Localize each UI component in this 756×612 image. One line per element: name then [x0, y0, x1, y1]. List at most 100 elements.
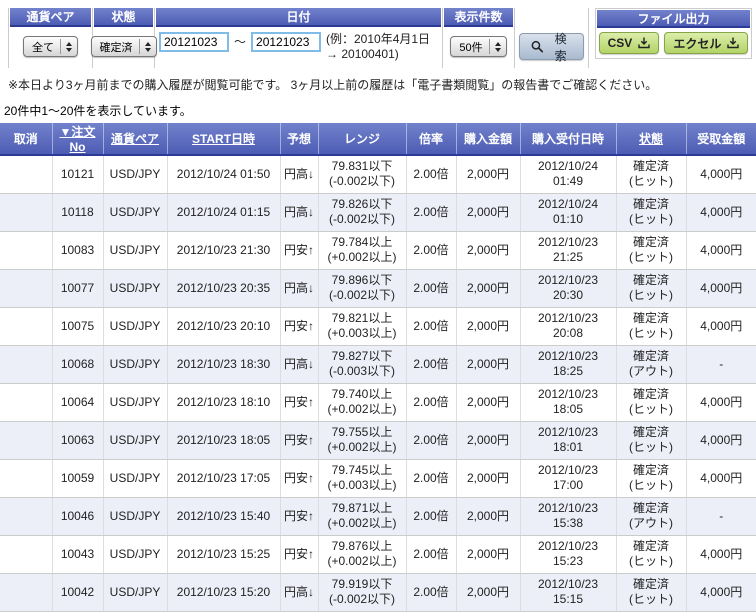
col-header-range: レンジ	[317, 123, 406, 156]
display-count-select[interactable]: 50件	[450, 36, 507, 57]
excel-export-button[interactable]: エクセル	[664, 32, 749, 54]
forecast-cell: 円高↓	[279, 269, 318, 308]
start-datetime-cell: 2012/10/23 18:30	[166, 345, 280, 384]
forecast-cell: 円安↑	[279, 421, 318, 460]
csv-export-label: CSV	[607, 36, 633, 50]
status-cell: 確定済 (ヒット)	[615, 231, 686, 270]
cancel-cell	[0, 459, 52, 498]
rate-cell: 2.00倍	[405, 497, 456, 536]
range-cell-line: (+0.003以上)	[327, 326, 397, 340]
display-count-select-value: 50件	[459, 41, 483, 54]
date-to-input[interactable]	[251, 32, 322, 52]
col-header-cancel: 取消	[0, 123, 52, 156]
status-cell-line: (ヒット)	[629, 326, 673, 340]
forecast-cell: 円安↑	[279, 459, 318, 498]
col-header-status[interactable]: 状態	[615, 123, 686, 156]
range-cell: 79.871以上 (+0.002以上)	[317, 497, 406, 536]
start-datetime-cell: 2012/10/23 15:40	[166, 497, 280, 536]
table-row: 10059 USD/JPY 2012/10/23 17:05 円安↑ 79.745以上(…	[0, 459, 756, 498]
start-datetime-cell: 2012/10/23 15:25	[166, 535, 280, 574]
forecast-cell: 円安↑	[279, 535, 318, 574]
status-cell-line: 確定済	[632, 159, 669, 174]
search-button-label: 検索	[554, 31, 567, 63]
filter-toolbar: 通貨ペア 全て 状態 確定済 日付 〜	[8, 8, 589, 68]
forecast-cell: 円安↑	[279, 231, 318, 270]
status-select-value: 確定済	[99, 41, 133, 54]
purchase-amount-cell: 2,000円	[455, 307, 520, 346]
csv-export-button[interactable]: CSV	[598, 32, 660, 54]
status-cell-line: (ヒット)	[629, 478, 673, 492]
currency-pair-cell: USD/JPY	[102, 535, 167, 574]
purchase-accepted-cell: 2012/10/23 18:05	[519, 383, 616, 422]
cancel-cell	[0, 345, 52, 384]
table-header-row: 取消 ▼注文No 通貨ペア START日時 予想 レンジ 倍率 購入金額 購入受付日時 状態 受取金…	[0, 123, 756, 156]
filter-header-currency-pair: 通貨ペア	[10, 8, 91, 27]
status-cell: 確定済 (アウト)	[615, 345, 686, 384]
filter-section-currency-pair: 通貨ペア 全て	[9, 8, 93, 68]
cancel-cell	[0, 269, 52, 308]
forecast-cell: 円高↓	[279, 155, 318, 194]
status-cell: 確定済 (ヒット)	[615, 459, 686, 498]
cancel-cell	[0, 573, 52, 612]
col-header-order-no[interactable]: ▼注文No	[51, 123, 103, 156]
status-select[interactable]: 確定済	[90, 36, 157, 57]
range-cell: 79.821以上 (+0.003以上)	[317, 307, 406, 346]
payout-amount-cell: 4,000円	[685, 193, 756, 232]
range-cell-line: (+0.002以上)	[327, 440, 397, 454]
date-from-input[interactable]	[159, 32, 229, 52]
status-cell-line: (ヒット)	[629, 402, 673, 416]
status-cell: 確定済 (ヒット)	[615, 193, 686, 232]
status-cell-line: 確定済	[632, 501, 669, 515]
download-icon	[638, 37, 651, 49]
status-cell-line: (ヒット)	[629, 250, 673, 264]
result-count-text: 20件中1〜20件を表示しています。	[4, 104, 192, 118]
col-header-currency-pair[interactable]: 通貨ペア	[102, 123, 167, 156]
range-cell-line: 79.745以上	[331, 463, 393, 477]
search-icon	[531, 40, 544, 53]
range-cell-line: 79.831以下	[331, 159, 393, 174]
search-button[interactable]: 検索	[519, 32, 584, 63]
purchase-amount-cell: 2,000円	[455, 497, 520, 536]
range-cell-line: 79.919以下	[331, 577, 393, 591]
purchase-accepted-cell: 2012/10/24 01:49	[519, 155, 616, 194]
order-no-cell: 10077	[51, 269, 103, 308]
purchase-accepted-cell: 2012/10/23 20:08	[519, 307, 616, 346]
table-row: 10064 USD/JPY 2012/10/23 18:10 円安↑ 79.740以上(…	[0, 383, 756, 422]
cancel-cell	[0, 193, 52, 232]
status-cell-line: (ヒット)	[629, 554, 673, 568]
rate-cell: 2.00倍	[405, 193, 456, 232]
status-cell: 確定済 (ヒット)	[615, 573, 686, 612]
range-cell-line: 79.821以上	[331, 311, 393, 325]
purchase-accepted-cell: 2012/10/23 15:38	[519, 497, 616, 536]
purchase-amount-cell: 2,000円	[455, 155, 520, 194]
cancel-cell	[0, 497, 52, 536]
purchase-accepted-cell: 2012/10/23 15:23	[519, 535, 616, 574]
col-header-start-datetime[interactable]: START日時	[166, 123, 280, 156]
currency-pair-select[interactable]: 全て	[23, 36, 78, 57]
range-cell-line: (+0.002以上)	[327, 516, 397, 530]
range-cell-line: (+0.003以上)	[327, 478, 397, 492]
status-cell: 確定済 (ヒット)	[615, 155, 686, 194]
purchase-amount-cell: 2,000円	[455, 345, 520, 384]
payout-amount-cell: 4,000円	[685, 535, 756, 574]
status-cell-line: 確定済	[632, 539, 669, 553]
range-cell: 79.876以上 (+0.002以上)	[317, 535, 406, 574]
currency-pair-cell: USD/JPY	[102, 573, 167, 612]
purchase-amount-cell: 2,000円	[455, 383, 520, 422]
range-cell: 79.919以下 (-0.002以下)	[317, 573, 406, 612]
status-cell-line: 確定済	[632, 463, 669, 477]
col-header-rate: 倍率	[405, 123, 456, 156]
start-datetime-cell: 2012/10/23 18:05	[166, 421, 280, 460]
cancel-cell	[0, 383, 52, 422]
start-datetime-cell: 2012/10/24 01:15	[166, 193, 280, 232]
start-datetime-cell: 2012/10/24 01:50	[166, 155, 280, 194]
purchase-amount-cell: 2,000円	[455, 269, 520, 308]
order-no-cell: 10043	[51, 535, 103, 574]
purchase-amount-cell: 2,000円	[455, 459, 520, 498]
cancel-cell	[0, 421, 52, 460]
table-row: 10043 USD/JPY 2012/10/23 15:25 円安↑ 79.876以上(…	[0, 535, 756, 574]
currency-pair-cell: USD/JPY	[102, 345, 167, 384]
forecast-cell: 円高↓	[279, 573, 318, 612]
forecast-cell: 円安↑	[279, 497, 318, 536]
status-cell: 確定済 (ヒット)	[615, 269, 686, 308]
